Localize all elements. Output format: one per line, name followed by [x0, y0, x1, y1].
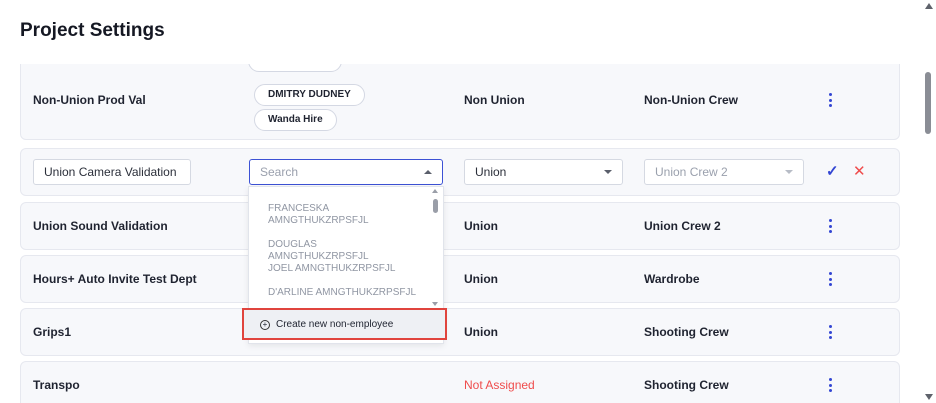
scroll-down-icon[interactable]: [925, 394, 933, 400]
chevron-up-icon: [424, 170, 432, 174]
department-name: Transpo: [33, 378, 80, 392]
department-edit-row: Union Camera Validation Search Union Uni…: [20, 148, 900, 196]
department-name: Hours+ Auto Invite Test Dept: [33, 272, 197, 286]
departments-list: Non-Union Prod Val ZORRA BEAR DMITRY DUD…: [20, 64, 922, 403]
search-placeholder: Search: [260, 165, 299, 179]
union-status: Union: [464, 219, 498, 233]
scroll-up-icon[interactable]: [432, 189, 438, 193]
chevron-down-icon: [785, 170, 793, 174]
union-select-value: Union: [475, 165, 507, 179]
scrollbar-thumb[interactable]: [925, 72, 931, 134]
department-row: Transpo Not Assigned Shooting Crew: [20, 361, 900, 403]
crew-name: Non-Union Crew: [644, 93, 738, 107]
employee-chip[interactable]: DMITRY DUDNEY: [254, 84, 365, 106]
close-icon[interactable]: ✕: [853, 162, 866, 180]
department-name: Union Sound Validation: [33, 219, 168, 233]
dropdown-scrollbar[interactable]: [433, 199, 438, 213]
create-non-employee-button[interactable]: + Create new non-employee: [242, 308, 447, 340]
department-name-input[interactable]: Union Camera Validation: [33, 159, 191, 185]
union-status: Union: [464, 272, 498, 286]
crew-name: Union Crew 2: [644, 219, 721, 233]
dropdown-option[interactable]: JOEL AMNGTHUKZRPSFJL: [268, 263, 418, 275]
kebab-menu-icon[interactable]: [829, 272, 833, 286]
department-row: Non-Union Prod Val ZORRA BEAR DMITRY DUD…: [20, 64, 900, 140]
crew-select[interactable]: Union Crew 2: [644, 159, 804, 185]
union-status: Not Assigned: [464, 378, 535, 392]
page-scrollbar[interactable]: [922, 0, 936, 403]
crew-select-value: Union Crew 2: [655, 165, 728, 179]
crew-name: Wardrobe: [644, 272, 700, 286]
department-row: Grips1 Union Shooting Crew: [20, 308, 900, 356]
union-status: Union: [464, 325, 498, 339]
kebab-menu-icon[interactable]: [829, 219, 833, 233]
employee-chip[interactable]: Wanda Hire: [254, 109, 337, 131]
scroll-down-icon[interactable]: [432, 302, 438, 306]
dropdown-option[interactable]: FRANCESKA AMNGTHUKZRPSFJL: [268, 203, 418, 227]
kebab-menu-icon[interactable]: [829, 378, 833, 392]
plus-circle-icon: +: [260, 319, 270, 330]
union-status: Non Union: [464, 93, 525, 107]
department-name: Non-Union Prod Val: [33, 93, 146, 107]
crew-name: Shooting Crew: [644, 325, 729, 339]
page-title: Project Settings: [20, 20, 165, 41]
kebab-menu-icon[interactable]: [829, 325, 833, 339]
chevron-down-icon: [604, 170, 612, 174]
union-select[interactable]: Union: [464, 159, 623, 185]
scroll-up-icon[interactable]: [925, 3, 933, 9]
create-button-label: Create new non-employee: [276, 319, 394, 330]
department-row: Union Sound Validation Union Union Crew …: [20, 202, 900, 250]
employee-chip[interactable]: ZORRA BEAR: [248, 64, 343, 72]
check-icon[interactable]: ✓: [826, 162, 839, 180]
dropdown-option[interactable]: D'ARLINE AMNGTHUKZRPSFJL: [268, 287, 418, 299]
crew-name: Shooting Crew: [644, 378, 729, 392]
dropdown-option[interactable]: DOUGLAS AMNGTHUKZRPSFJL: [268, 239, 418, 263]
department-row: Hours+ Auto Invite Test Dept Union Wardr…: [20, 255, 900, 303]
kebab-menu-icon[interactable]: [829, 93, 833, 107]
department-name-value: Union Camera Validation: [44, 165, 177, 179]
department-name: Grips1: [33, 325, 72, 339]
employee-search-input[interactable]: Search: [249, 159, 443, 185]
